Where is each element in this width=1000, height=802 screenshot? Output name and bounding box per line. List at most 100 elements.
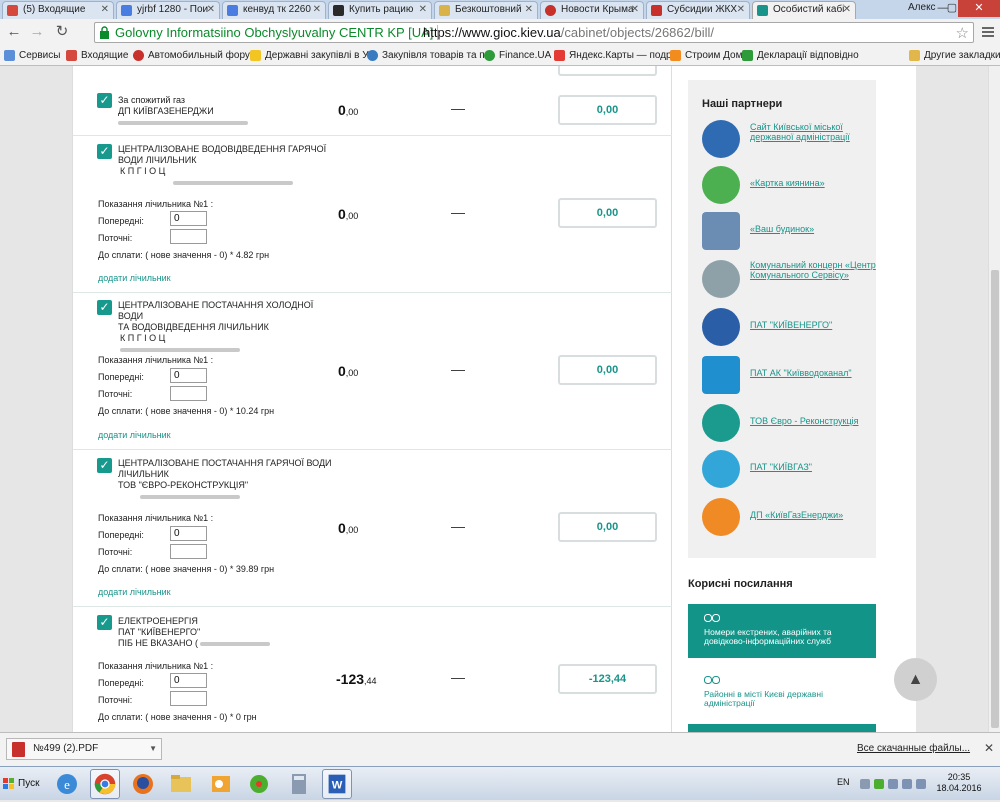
browser-menu-icon[interactable]: [980, 24, 996, 40]
partner-link[interactable]: ПАТ "КИЇВГАЗ": [750, 462, 876, 472]
maximize-button[interactable]: ▢: [945, 0, 959, 17]
pay-amount-field[interactable]: 0,00: [558, 512, 657, 542]
partner-link[interactable]: ТОВ Євро - Реконструкція: [750, 416, 876, 426]
monitor-icon[interactable]: [902, 779, 912, 789]
partner-link[interactable]: «Ваш будинок»: [750, 224, 876, 234]
current-reading-input[interactable]: [170, 544, 207, 559]
file-explorer-icon[interactable]: [166, 769, 196, 799]
tab-inbox[interactable]: (5) Входящие ✕: [2, 1, 114, 19]
shield-icon[interactable]: [874, 779, 884, 789]
word-icon[interactable]: W: [322, 769, 352, 799]
close-tab-icon[interactable]: ✕: [419, 2, 427, 18]
address-bar[interactable]: Golovny Informatsiino Obchyslyuvalny CEN…: [94, 22, 974, 43]
page-scrollbar[interactable]: [988, 66, 1000, 732]
tab-google-search-2[interactable]: кенвуд тк 2260 ✕: [222, 1, 326, 19]
service-checkbox[interactable]: ✓: [97, 300, 112, 315]
bookmark-state-procurement[interactable]: Державні закупівлі в У: [250, 49, 369, 62]
icq-icon[interactable]: [244, 769, 274, 799]
download-item[interactable]: №499 (2).PDF ▼: [6, 738, 162, 760]
close-tab-icon[interactable]: ✕: [525, 2, 533, 18]
bookmark-services[interactable]: Сервисы: [4, 49, 60, 62]
partner-kyivgaz[interactable]: ПАТ "КИЇВГАЗ": [702, 450, 878, 490]
pay-amount-field[interactable]: -123,44: [558, 664, 657, 694]
tab-personal-cabinet[interactable]: Особистий кабі ✕: [752, 1, 856, 20]
bookmark-auto-forum[interactable]: Автомобильный форум: [133, 49, 257, 62]
firefox-icon[interactable]: [128, 769, 158, 799]
bookmark-build-house[interactable]: Строим Дом: [670, 49, 743, 62]
network-icon[interactable]: [888, 779, 898, 789]
add-meter-link[interactable]: додати лічильник: [98, 273, 171, 283]
forward-button[interactable]: →: [27, 23, 47, 43]
show-all-downloads-link[interactable]: Все скачанные файлы...: [857, 743, 970, 754]
service-checkbox[interactable]: ✓: [97, 615, 112, 630]
pay-amount-field[interactable]: 0,00: [558, 95, 657, 125]
pay-amount-field[interactable]: 0,00: [558, 198, 657, 228]
url-text[interactable]: https://www.gioc.kiev.ua/cabinet/objects…: [423, 25, 714, 40]
bookmark-other[interactable]: Другие закладки: [909, 49, 1000, 62]
clock[interactable]: 20:35 18.04.2016: [934, 772, 984, 794]
tab-buy-radio[interactable]: Купить рацию ✕: [328, 1, 432, 19]
partner-your-house[interactable]: «Ваш будинок»: [702, 212, 878, 252]
tab-subsidies[interactable]: Субсидии ЖКХ ✕: [646, 1, 750, 19]
current-reading-input[interactable]: [170, 691, 207, 706]
bookmark-inbox[interactable]: Входящие: [66, 49, 128, 62]
partner-communal-service-center[interactable]: Комунальний концерн «Центр Комунального …: [702, 260, 878, 300]
bookmark-star-icon[interactable]: ☆: [956, 24, 969, 42]
back-button[interactable]: ←: [4, 23, 24, 43]
add-meter-link[interactable]: додати лічильник: [98, 587, 171, 597]
volume-icon[interactable]: [916, 779, 926, 789]
bookmark-yandex-maps[interactable]: Яндекс.Карты — подр: [554, 49, 672, 62]
previous-reading-input[interactable]: 0: [170, 673, 207, 688]
partner-kyivvodokanal[interactable]: ПАТ АК "Київводоканал": [702, 356, 878, 396]
partner-link[interactable]: ПАТ АК "Київводоканал": [750, 368, 876, 378]
previous-reading-input[interactable]: 0: [170, 526, 207, 541]
reload-button[interactable]: ↻: [52, 23, 72, 43]
chrome-icon[interactable]: [90, 769, 120, 799]
bookmark-declarations[interactable]: Декларації відповідно: [742, 49, 859, 62]
service-checkbox[interactable]: ✓: [97, 458, 112, 473]
add-meter-link[interactable]: додати лічильник: [98, 430, 171, 440]
close-tab-icon[interactable]: ✕: [843, 2, 851, 18]
partner-kyivgazenergy[interactable]: ДП «КиївГазЕнерджи»: [702, 498, 878, 538]
partner-kyiv-card[interactable]: «Картка киянина»: [702, 166, 878, 206]
outlook-icon[interactable]: [206, 769, 236, 799]
chevron-down-icon[interactable]: ▼: [149, 739, 157, 759]
close-tab-icon[interactable]: ✕: [313, 2, 321, 18]
district-administrations-button[interactable]: Районні в місті Києві державні адміністр…: [688, 666, 876, 710]
tab-google-search-1[interactable]: yjrbf 1280 - Пои ✕: [116, 1, 220, 19]
next-useful-link-button[interactable]: [688, 724, 876, 732]
partner-kyiv-city-admin[interactable]: Сайт Київської міської державної адмініс…: [702, 120, 878, 160]
scrollbar-thumb[interactable]: [991, 270, 999, 728]
partner-link[interactable]: ДП «КиївГазЕнерджи»: [750, 510, 876, 520]
partner-link[interactable]: «Картка киянина»: [750, 178, 876, 188]
partner-euro-reconstruction[interactable]: ТОВ Євро - Реконструкція: [702, 404, 878, 444]
close-downloads-icon[interactable]: ✕: [984, 741, 994, 755]
chevron-up-icon[interactable]: [860, 779, 870, 789]
calculator-icon[interactable]: [284, 769, 314, 799]
service-checkbox[interactable]: ✓: [97, 93, 112, 108]
ie-icon[interactable]: e: [52, 769, 82, 799]
partner-link[interactable]: ПАТ "КИЇВЕНЕРГО": [750, 320, 876, 330]
tab-crimea-news[interactable]: Новости Крыма ✕: [540, 1, 644, 19]
language-indicator[interactable]: EN: [837, 777, 850, 787]
scroll-to-top-button[interactable]: ▲: [894, 658, 937, 701]
previous-pay-field[interactable]: [558, 66, 657, 76]
bookmark-goods-procurement[interactable]: Закупівля товарів та п: [367, 49, 485, 62]
partner-link[interactable]: Комунальний концерн «Центр Комунального …: [750, 260, 876, 280]
tab-free[interactable]: Безкоштовний ✕: [434, 1, 538, 19]
partner-link[interactable]: Сайт Київської міської державної адмініс…: [750, 122, 876, 142]
service-checkbox[interactable]: ✓: [97, 144, 112, 159]
start-button[interactable]: Пуск: [0, 770, 48, 798]
current-reading-input[interactable]: [170, 386, 207, 401]
previous-reading-input[interactable]: 0: [170, 211, 207, 226]
close-tab-icon[interactable]: ✕: [101, 2, 109, 18]
close-tab-icon[interactable]: ✕: [737, 2, 745, 18]
pay-amount-field[interactable]: 0,00: [558, 355, 657, 385]
current-reading-input[interactable]: [170, 229, 207, 244]
bookmark-finance-ua[interactable]: Finance.UA: [484, 49, 551, 62]
close-window-button[interactable]: ✕: [958, 0, 1000, 17]
emergency-numbers-button[interactable]: Номери екстрених, аварійних та довідково…: [688, 604, 876, 658]
close-tab-icon[interactable]: ✕: [207, 2, 215, 18]
previous-reading-input[interactable]: 0: [170, 368, 207, 383]
partner-kyivenergo[interactable]: ПАТ "КИЇВЕНЕРГО": [702, 308, 878, 348]
